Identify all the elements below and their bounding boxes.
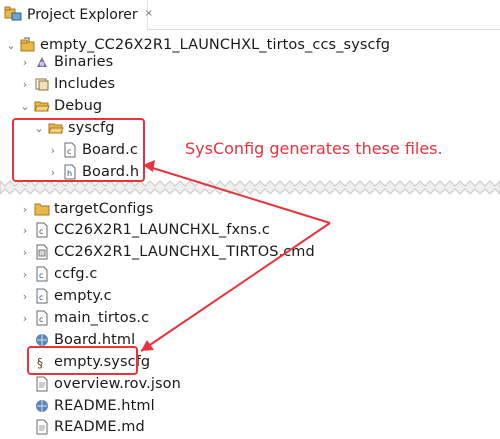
html-file-icon <box>34 398 50 414</box>
binaries-icon <box>34 54 50 70</box>
chevron-down-icon[interactable]: ⌄ <box>18 100 32 113</box>
chevron-right-icon[interactable]: › <box>18 290 32 303</box>
chevron-right-icon[interactable]: › <box>18 78 32 91</box>
chevron-right-icon[interactable]: › <box>18 203 32 216</box>
tab-project-explorer[interactable]: Project Explorer × <box>0 0 153 30</box>
project-explorer-icon <box>4 5 22 25</box>
chevron-right-icon[interactable]: › <box>18 246 32 259</box>
tree-item-label: Includes <box>54 76 116 92</box>
highlight-box-generated-files <box>12 118 145 182</box>
chevron-right-icon[interactable]: › <box>18 268 32 281</box>
tree-item-readme-md[interactable]: README.md <box>18 416 145 438</box>
c-file-icon: c <box>34 310 50 326</box>
tree-item-label: CC26X2R1_LAUNCHXL_TIRTOS.cmd <box>54 244 315 260</box>
svg-text:c: c <box>39 293 43 302</box>
tree-item-overview-json[interactable]: overview.rov.json <box>18 373 181 395</box>
tree-item-label: README.html <box>54 398 155 414</box>
tree-item-debug[interactable]: ⌄ Debug <box>18 95 102 117</box>
tree-item-fxns-c[interactable]: › c CC26X2R1_LAUNCHXL_fxns.c <box>18 219 270 241</box>
tree-item-tirtos-cmd[interactable]: › CC26X2R1_LAUNCHXL_TIRTOS.cmd <box>18 241 315 263</box>
folder-icon <box>34 201 50 217</box>
tree-item-empty-c[interactable]: › c empty.c <box>18 285 112 307</box>
highlight-box-syscfg-source <box>27 346 138 375</box>
tree-item-main-tirtos-c[interactable]: › c main_tirtos.c <box>18 307 149 329</box>
tree-item-label: overview.rov.json <box>54 376 181 392</box>
svg-text:c: c <box>39 271 43 280</box>
text-file-icon <box>34 419 50 435</box>
chevron-right-icon[interactable]: › <box>18 312 32 325</box>
tree-item-targetconfigs[interactable]: › targetConfigs <box>18 198 154 220</box>
tree-item-label: empty.c <box>54 288 112 304</box>
chevron-right-icon[interactable]: › <box>18 56 32 69</box>
view-tab-bar: Project Explorer × <box>0 0 500 30</box>
chevron-down-icon[interactable]: ⌄ <box>4 39 18 52</box>
cmd-file-icon <box>34 244 50 260</box>
includes-icon <box>34 76 50 92</box>
c-file-icon: c <box>34 266 50 282</box>
tree-item-label: main_tirtos.c <box>54 310 150 326</box>
chevron-right-icon[interactable]: › <box>18 224 32 237</box>
folder-open-icon <box>34 98 50 114</box>
tree-item-readme-html[interactable]: README.html <box>18 395 155 417</box>
svg-text:c: c <box>39 227 43 236</box>
tree-item-label: CC26X2R1_LAUNCHXL_fxns.c <box>54 222 270 238</box>
callout-annotation: SysConfig generates these files. <box>185 139 443 158</box>
close-icon[interactable]: × <box>145 8 153 19</box>
tree-item-label: README.md <box>54 419 145 435</box>
c-file-icon: c <box>34 288 50 304</box>
tree-item-label: ccfg.c <box>54 266 98 282</box>
tree-item-label: targetConfigs <box>54 201 154 217</box>
tree-item-label: Binaries <box>54 54 114 70</box>
text-file-icon <box>34 376 50 392</box>
tree-item-ccfg-c[interactable]: › c ccfg.c <box>18 263 98 285</box>
svg-text:c: c <box>39 315 43 324</box>
tree-item-binaries[interactable]: › Binaries <box>18 51 113 73</box>
tree-item-includes[interactable]: › Includes <box>18 73 115 95</box>
tree-item-label: Debug <box>54 98 103 114</box>
tab-label: Project Explorer <box>27 7 138 23</box>
c-file-icon: c <box>34 222 50 238</box>
